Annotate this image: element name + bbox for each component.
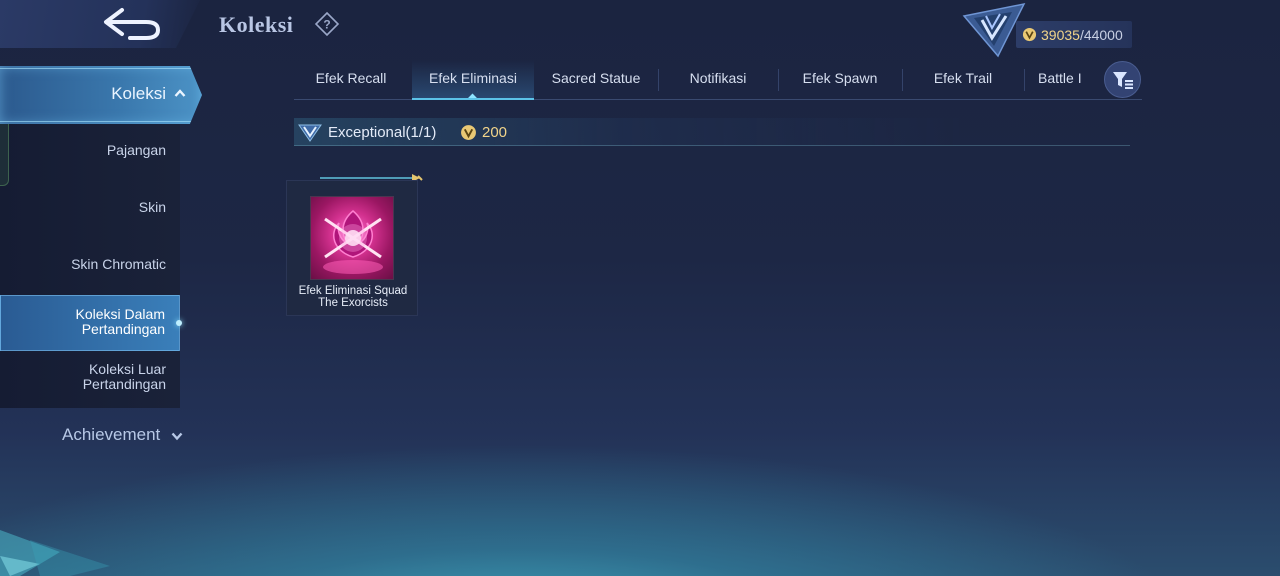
sidebar-item-skin[interactable]: Skin [0, 200, 180, 215]
tab-divider [902, 69, 903, 91]
tab-bar: Efek Recall Efek Eliminasi Sacred Statue… [294, 60, 1142, 100]
filter-icon [1112, 71, 1133, 89]
sidebar-item-label: Skin Chromatic [71, 256, 166, 272]
help-icon[interactable]: ? [314, 11, 340, 37]
item-name-line: Efek Eliminasi Squad [298, 285, 408, 297]
tab-label: Notifikasi [689, 70, 747, 86]
page-title: Koleksi [219, 12, 294, 37]
tab-notifikasi[interactable]: Notifikasi [660, 60, 776, 100]
tab-efek-eliminasi[interactable]: Efek Eliminasi [412, 60, 534, 100]
coin-icon [1022, 27, 1037, 42]
sidebar-item-koleksi-dalam-pertandingan[interactable]: Koleksi Dalam Pertandingan [0, 295, 182, 351]
collection-points: 39035/44000 [1016, 21, 1132, 48]
corner-crystal-decoration [0, 530, 110, 576]
tab-efek-trail[interactable]: Efek Trail [904, 60, 1022, 100]
sidebar-item-koleksi-luar-pertandingan[interactable]: Koleksi Luar Pertandingan [0, 362, 180, 392]
item-name-line: The Exorcists [318, 297, 388, 309]
tab-label: Efek Spawn [802, 70, 878, 86]
item-name: Efek Eliminasi Squad The Exorcists [287, 285, 419, 309]
chevron-up-icon [174, 89, 186, 97]
back-arrow-icon [104, 8, 161, 40]
category-header: Exceptional(1/1) 200 [294, 118, 1130, 146]
tab-label: Efek Trail [933, 70, 993, 86]
sidebar-item-skin-chromatic[interactable]: Skin Chromatic [0, 257, 180, 272]
tab-label: Efek Eliminasi [429, 70, 517, 86]
tab-divider [778, 69, 779, 91]
tab-sacred-statue[interactable]: Sacred Statue [536, 60, 656, 100]
tab-label: Efek Recall [315, 70, 387, 86]
sidebar-item-label: Pertandingan [81, 321, 165, 337]
back-button[interactable] [0, 0, 200, 48]
sidebar-item-label: Koleksi [111, 84, 166, 103]
chevron-down-icon [171, 432, 183, 440]
coin-icon [461, 125, 476, 140]
svg-text:?: ? [323, 18, 330, 32]
tab-battle[interactable]: Battle I [1038, 60, 1088, 100]
tab-divider [1024, 69, 1025, 91]
exceptional-rank-icon [298, 124, 322, 142]
filter-button[interactable] [1104, 61, 1141, 98]
sidebar-item-label: Skin [138, 199, 166, 215]
sidebar-item-label: Achievement [62, 425, 161, 444]
sidebar-item-label: Pertandingan [82, 376, 166, 392]
sidebar-item-achievement[interactable]: Achievement [62, 425, 183, 445]
sidebar-item-label: Koleksi Dalam [75, 306, 165, 322]
item-image [310, 196, 394, 280]
category-label: Exceptional(1/1) [328, 124, 437, 141]
tab-efek-spawn[interactable]: Efek Spawn [780, 60, 900, 100]
tab-divider [658, 69, 659, 91]
tab-label: Battle I [1038, 70, 1082, 86]
category-price: 200 [482, 124, 508, 141]
sidebar-item-pajangan[interactable]: Pajangan [0, 143, 180, 158]
points-current: 39035 [1041, 26, 1080, 43]
tab-efek-recall[interactable]: Efek Recall [294, 60, 408, 100]
points-max: 44000 [1083, 26, 1123, 43]
sidebar-item-koleksi[interactable]: Koleksi [0, 66, 202, 124]
crossed-blades-flame-icon [323, 210, 383, 274]
sidebar-item-label: Koleksi Luar [88, 361, 166, 377]
item-card[interactable]: Efek Eliminasi Squad The Exorcists [286, 180, 418, 316]
tab-label: Sacred Statue [551, 70, 641, 86]
sidebar-item-label: Pajangan [106, 142, 166, 158]
